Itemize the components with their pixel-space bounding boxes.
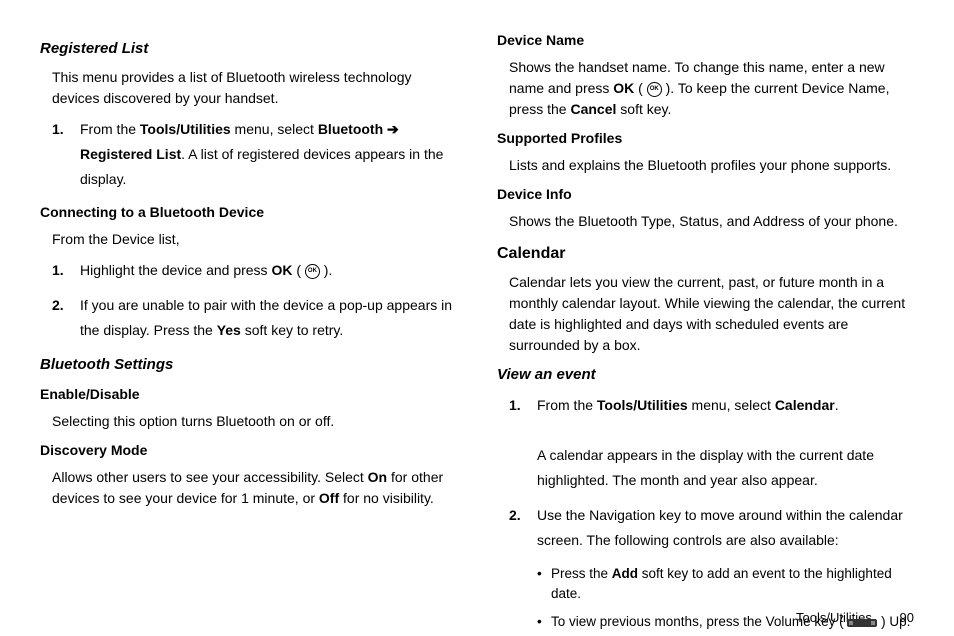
bold-text: Calendar xyxy=(775,397,835,413)
right-column: Device Name Shows the handset name. To c… xyxy=(497,30,914,590)
bold-text: Tools/Utilities xyxy=(140,121,231,137)
bullet-icon: • xyxy=(537,564,551,605)
bullet-icon: • xyxy=(537,612,551,632)
ok-icon xyxy=(647,82,662,97)
bold-text: OK xyxy=(271,262,292,278)
bold-text: Tools/Utilities xyxy=(597,397,688,413)
registered-list-steps: 1. From the Tools/Utilities menu, select… xyxy=(52,117,457,193)
step-number: 2. xyxy=(509,503,537,553)
heading-view-event: View an event xyxy=(497,364,914,387)
text: ). xyxy=(320,262,332,278)
text: From the xyxy=(537,397,597,413)
step-content: If you are unable to pair with the devic… xyxy=(80,293,457,343)
bold-text: On xyxy=(368,469,387,485)
heading-device-name: Device Name xyxy=(497,30,914,51)
bullet-content: Press the Add soft key to add an event t… xyxy=(551,564,914,605)
step-content: From the Tools/Utilities menu, select Ca… xyxy=(537,393,914,494)
heading-bluetooth-settings: Bluetooth Settings xyxy=(40,354,457,377)
text: for no visibility. xyxy=(339,490,434,506)
list-item: • Press the Add soft key to add an event… xyxy=(537,564,914,605)
footer-page-number: 90 xyxy=(900,610,914,625)
bold-text: Cancel xyxy=(570,101,616,117)
view-event-steps: 1. From the Tools/Utilities menu, select… xyxy=(509,393,914,554)
heading-registered-list: Registered List xyxy=(40,38,457,61)
step-number: 1. xyxy=(52,117,80,193)
step-number: 2. xyxy=(52,293,80,343)
list-item: 1. From the Tools/Utilities menu, select… xyxy=(509,393,914,494)
bold-text: Bluetooth xyxy=(318,121,383,137)
page-columns: Registered List This menu provides a lis… xyxy=(40,30,914,590)
step-number: 1. xyxy=(509,393,537,494)
text: . xyxy=(835,397,839,413)
bold-text: Off xyxy=(319,490,339,506)
arrow-icon: ➔ xyxy=(383,121,399,137)
text: Highlight the device and press xyxy=(80,262,271,278)
heading-discovery-mode: Discovery Mode xyxy=(40,440,457,461)
text: A calendar appears in the display with t… xyxy=(537,447,874,488)
para-device-info: Shows the Bluetooth Type, Status, and Ad… xyxy=(509,211,914,232)
para-calendar-intro: Calendar lets you view the current, past… xyxy=(509,272,914,356)
text: menu, select xyxy=(231,121,318,137)
text: ( xyxy=(292,262,304,278)
event-controls-bullets: • Press the Add soft key to add an event… xyxy=(537,564,914,633)
para-device-name: Shows the handset name. To change this n… xyxy=(509,57,914,120)
step-content: From the Tools/Utilities menu, select Bl… xyxy=(80,117,457,193)
text: menu, select xyxy=(688,397,775,413)
bold-text: Add xyxy=(612,566,638,581)
bold-text: OK xyxy=(613,80,634,96)
heading-calendar: Calendar xyxy=(497,242,914,266)
step-number: 1. xyxy=(52,258,80,283)
ok-icon xyxy=(305,264,320,279)
text: soft key. xyxy=(616,101,671,117)
step-content: Highlight the device and press OK ( ). xyxy=(80,258,457,283)
heading-connecting-bluetooth: Connecting to a Bluetooth Device xyxy=(40,202,457,223)
para-discovery-mode: Allows other users to see your accessibi… xyxy=(52,467,457,509)
heading-enable-disable: Enable/Disable xyxy=(40,384,457,405)
text: soft key to retry. xyxy=(241,322,343,338)
para-registered-list-intro: This menu provides a list of Bluetooth w… xyxy=(52,67,457,109)
text: ( xyxy=(634,80,646,96)
heading-supported-profiles: Supported Profiles xyxy=(497,128,914,149)
list-item: 2. Use the Navigation key to move around… xyxy=(509,503,914,553)
text: Allows other users to see your accessibi… xyxy=(52,469,368,485)
para-enable-disable: Selecting this option turns Bluetooth on… xyxy=(52,411,457,432)
list-item: 1. From the Tools/Utilities menu, select… xyxy=(52,117,457,193)
bold-text: Registered List xyxy=(80,146,181,162)
heading-device-info: Device Info xyxy=(497,184,914,205)
step-content: Use the Navigation key to move around wi… xyxy=(537,503,914,553)
connecting-steps: 1. Highlight the device and press OK ( )… xyxy=(52,258,457,344)
list-item: 1. Highlight the device and press OK ( )… xyxy=(52,258,457,283)
text: Press the xyxy=(551,566,612,581)
volume-key-icon xyxy=(847,619,877,627)
text: From the xyxy=(80,121,140,137)
list-item: 2. If you are unable to pair with the de… xyxy=(52,293,457,343)
para-supported-profiles: Lists and explains the Bluetooth profile… xyxy=(509,155,914,176)
text: Use the Navigation key to move around wi… xyxy=(537,507,903,548)
bold-text: Yes xyxy=(217,322,241,338)
para-device-list: From the Device list, xyxy=(52,229,457,250)
left-column: Registered List This menu provides a lis… xyxy=(40,30,457,590)
